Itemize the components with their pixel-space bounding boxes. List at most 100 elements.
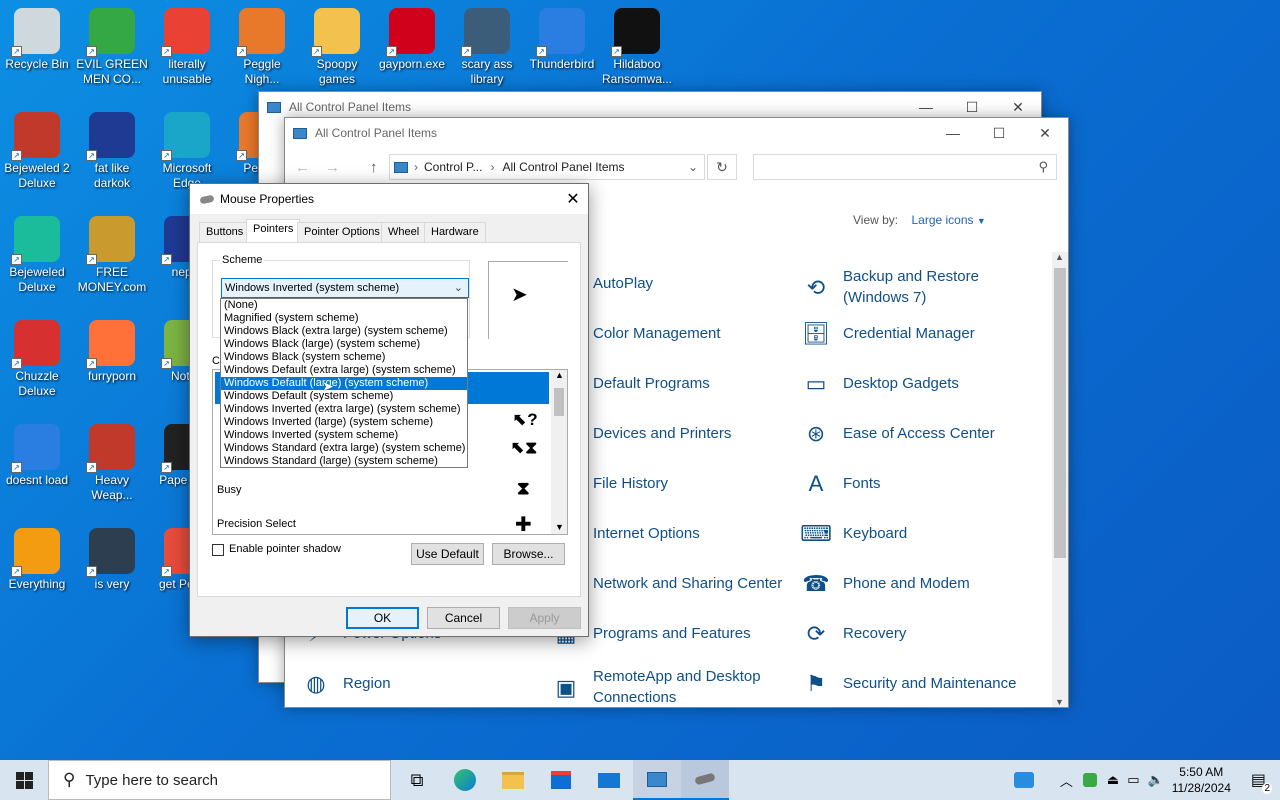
control-panel-item[interactable]: ⟲ Backup and Restore (Windows 7) — [799, 266, 1039, 308]
tab-pointer-options[interactable]: Pointer Options — [297, 222, 387, 242]
scheme-option[interactable]: Magnified (system scheme) — [221, 312, 467, 325]
desktop-icon[interactable]: ↗ literally unusable — [150, 2, 224, 87]
breadcrumb-all-items[interactable]: All Control Panel Items — [502, 160, 624, 174]
start-button[interactable] — [0, 760, 48, 800]
notification-center[interactable]: ▤ 2 — [1251, 770, 1272, 794]
ok-button[interactable]: OK — [346, 607, 419, 629]
scheme-select[interactable]: Windows Inverted (system scheme) ⌄ — [221, 278, 469, 298]
scheme-option[interactable]: Windows Standard (extra large) (system s… — [221, 442, 467, 455]
scroll-up-icon[interactable]: ▲ — [555, 370, 564, 380]
desktop-icon[interactable]: ↗ Spoopy games — [300, 2, 374, 87]
scroll-up-icon[interactable]: ▲ — [1055, 252, 1064, 262]
address-bar[interactable]: › Control P... › All Control Panel Items… — [389, 154, 705, 180]
pointer-row-busy[interactable]: Busy — [217, 484, 241, 496]
tab-wheel[interactable]: Wheel — [381, 222, 427, 242]
desktop-icon[interactable]: ↗ Recycle Bin — [0, 2, 74, 72]
tab-hardware[interactable]: Hardware — [424, 222, 486, 242]
scheme-option[interactable]: Windows Default (large) (system scheme) — [221, 377, 467, 390]
desktop-icon[interactable]: ↗ Microsoft Edge — [150, 106, 224, 191]
tab-buttons[interactable]: Buttons — [199, 222, 251, 242]
minimize-icon[interactable]: — — [930, 118, 976, 148]
control-panel-item[interactable]: ⟳ Recovery — [799, 616, 1039, 650]
scheme-option[interactable]: Windows Black (large) (system scheme) — [221, 338, 467, 351]
back-arrow-icon[interactable]: ← — [295, 159, 310, 176]
browse-button[interactable]: Browse... — [492, 543, 565, 565]
desktop-icon[interactable]: ↗ Peggle Nigh... — [225, 2, 299, 87]
scroll-thumb[interactable] — [554, 388, 564, 416]
taskbar-search-box[interactable]: ⚲ Type here to search — [48, 760, 391, 800]
desktop-icon[interactable]: ↗ FREE MONEY.com — [75, 210, 149, 295]
scheme-option[interactable]: (None) — [221, 299, 467, 312]
desktop-icon[interactable]: ↗ furryporn — [75, 314, 149, 384]
window-titlebar[interactable]: All Control Panel Items — ☐ ✕ — [285, 118, 1068, 148]
use-default-button[interactable]: Use Default — [411, 543, 484, 565]
apply-button[interactable]: Apply — [508, 607, 581, 629]
cancel-button[interactable]: Cancel — [427, 607, 500, 629]
desktop-icon[interactable]: ↗ doesnt load — [0, 418, 74, 488]
desktop-icon[interactable]: ↗ Everything — [0, 522, 74, 592]
scroll-down-icon[interactable]: ▼ — [1055, 697, 1064, 707]
mouse-properties-taskbar-icon[interactable] — [681, 760, 729, 800]
tab-pointers[interactable]: Pointers — [246, 219, 301, 243]
close-icon[interactable]: ✕ — [558, 189, 588, 209]
breadcrumb-control-panel[interactable]: Control P... — [424, 160, 482, 174]
scheme-option[interactable]: Windows Black (extra large) (system sche… — [221, 325, 467, 338]
edge-taskbar-icon[interactable] — [441, 760, 489, 800]
scheme-option[interactable]: Windows Inverted (system scheme) — [221, 429, 467, 442]
usb-icon[interactable]: ⏏ — [1107, 772, 1119, 788]
scheme-option[interactable]: Windows Standard (large) (system scheme) — [221, 455, 467, 468]
caret-down-icon[interactable]: ▼ — [977, 216, 986, 226]
chevron-down-icon[interactable]: ⌄ — [688, 160, 698, 174]
scheme-dropdown-list[interactable]: (None) Magnified (system scheme) Windows B… — [220, 298, 468, 468]
desktop-icon[interactable]: ↗ gayporn.exe — [375, 2, 449, 72]
scheme-option[interactable]: Windows Inverted (extra large) (system s… — [221, 403, 467, 416]
control-panel-item[interactable]: ▣ RemoteApp and Desktop Connections — [549, 666, 789, 708]
search-input[interactable]: ⚲ — [753, 154, 1057, 180]
mail-icon[interactable] — [585, 760, 633, 800]
control-panel-taskbar-icon[interactable] — [633, 760, 681, 800]
control-panel-item[interactable]: ▭ Desktop Gadgets — [799, 366, 1039, 400]
desktop-icon[interactable]: ↗ is very — [75, 522, 149, 592]
up-arrow-icon[interactable]: ↑ — [370, 159, 378, 176]
maximize-icon[interactable]: ☐ — [976, 118, 1022, 148]
forward-arrow-icon[interactable]: → — [325, 159, 340, 176]
scheme-option[interactable]: Windows Default (extra large) (system sc… — [221, 364, 467, 377]
desktop-icon[interactable]: ↗ Chuzzle Deluxe — [0, 314, 74, 399]
scheme-option[interactable]: Windows Inverted (large) (system scheme) — [221, 416, 467, 429]
app-tray-icon[interactable] — [1082, 773, 1097, 787]
refresh-button[interactable]: ↻ — [707, 154, 737, 180]
control-panel-item[interactable]: 🗄 Credential Manager — [799, 316, 1039, 350]
desktop-icon[interactable]: ↗ Thunderbird — [525, 2, 599, 72]
enable-shadow-checkbox[interactable] — [212, 544, 224, 556]
volume-icon[interactable]: 🔈 — [1148, 772, 1164, 788]
desktop-icon[interactable]: ↗ Hildaboo Ransomwa... — [600, 2, 674, 87]
desktop-icon[interactable]: ↗ Bejeweled Deluxe — [0, 210, 74, 295]
control-panel-item[interactable]: ☎ Phone and Modem — [799, 566, 1039, 600]
dialog-titlebar[interactable]: Mouse Properties ✕ — [190, 184, 588, 214]
chevron-up-icon[interactable]: ︿ — [1060, 771, 1073, 790]
clock[interactable]: 5:50 AM 11/28/2024 — [1172, 764, 1231, 796]
desktop-icon[interactable]: ↗ Heavy Weap... — [75, 418, 149, 503]
scheme-option[interactable]: Windows Default (system scheme) — [221, 390, 467, 403]
desktop-icon[interactable]: ↗ scary ass library — [450, 2, 524, 87]
desktop-icon[interactable]: ↗ EVIL GREEN MEN CO... — [75, 2, 149, 87]
list-scrollbar[interactable]: ▲ ▼ — [551, 370, 567, 534]
control-panel-item[interactable]: ◍ Region — [299, 666, 539, 700]
control-panel-item[interactable]: ⌨ Keyboard — [799, 516, 1039, 550]
control-panel-item[interactable]: ⊛ Ease of Access Center — [799, 416, 1039, 450]
pointer-row-precision-select[interactable]: Precision Select — [217, 518, 296, 530]
scroll-thumb[interactable] — [1054, 268, 1066, 558]
close-icon[interactable]: ✕ — [1022, 118, 1068, 148]
file-explorer-icon[interactable] — [489, 760, 537, 800]
widget-icon[interactable] — [1013, 772, 1034, 788]
control-panel-item[interactable]: ⚑ Security and Maintenance — [799, 666, 1039, 700]
control-panel-item[interactable]: A Fonts — [799, 466, 1039, 500]
scroll-down-icon[interactable]: ▼ — [555, 522, 564, 532]
desktop-icon[interactable]: ↗ fat like darkok — [75, 106, 149, 191]
desktop-icon[interactable]: ↗ Bejeweled 2 Deluxe — [0, 106, 74, 191]
network-icon[interactable]: ▭ — [1127, 772, 1139, 788]
store-icon[interactable] — [537, 760, 585, 800]
task-view-icon[interactable]: ⧉ — [393, 760, 441, 800]
scheme-option[interactable]: Windows Black (system scheme) — [221, 351, 467, 364]
view-by-dropdown[interactable]: Large icons — [911, 213, 973, 227]
